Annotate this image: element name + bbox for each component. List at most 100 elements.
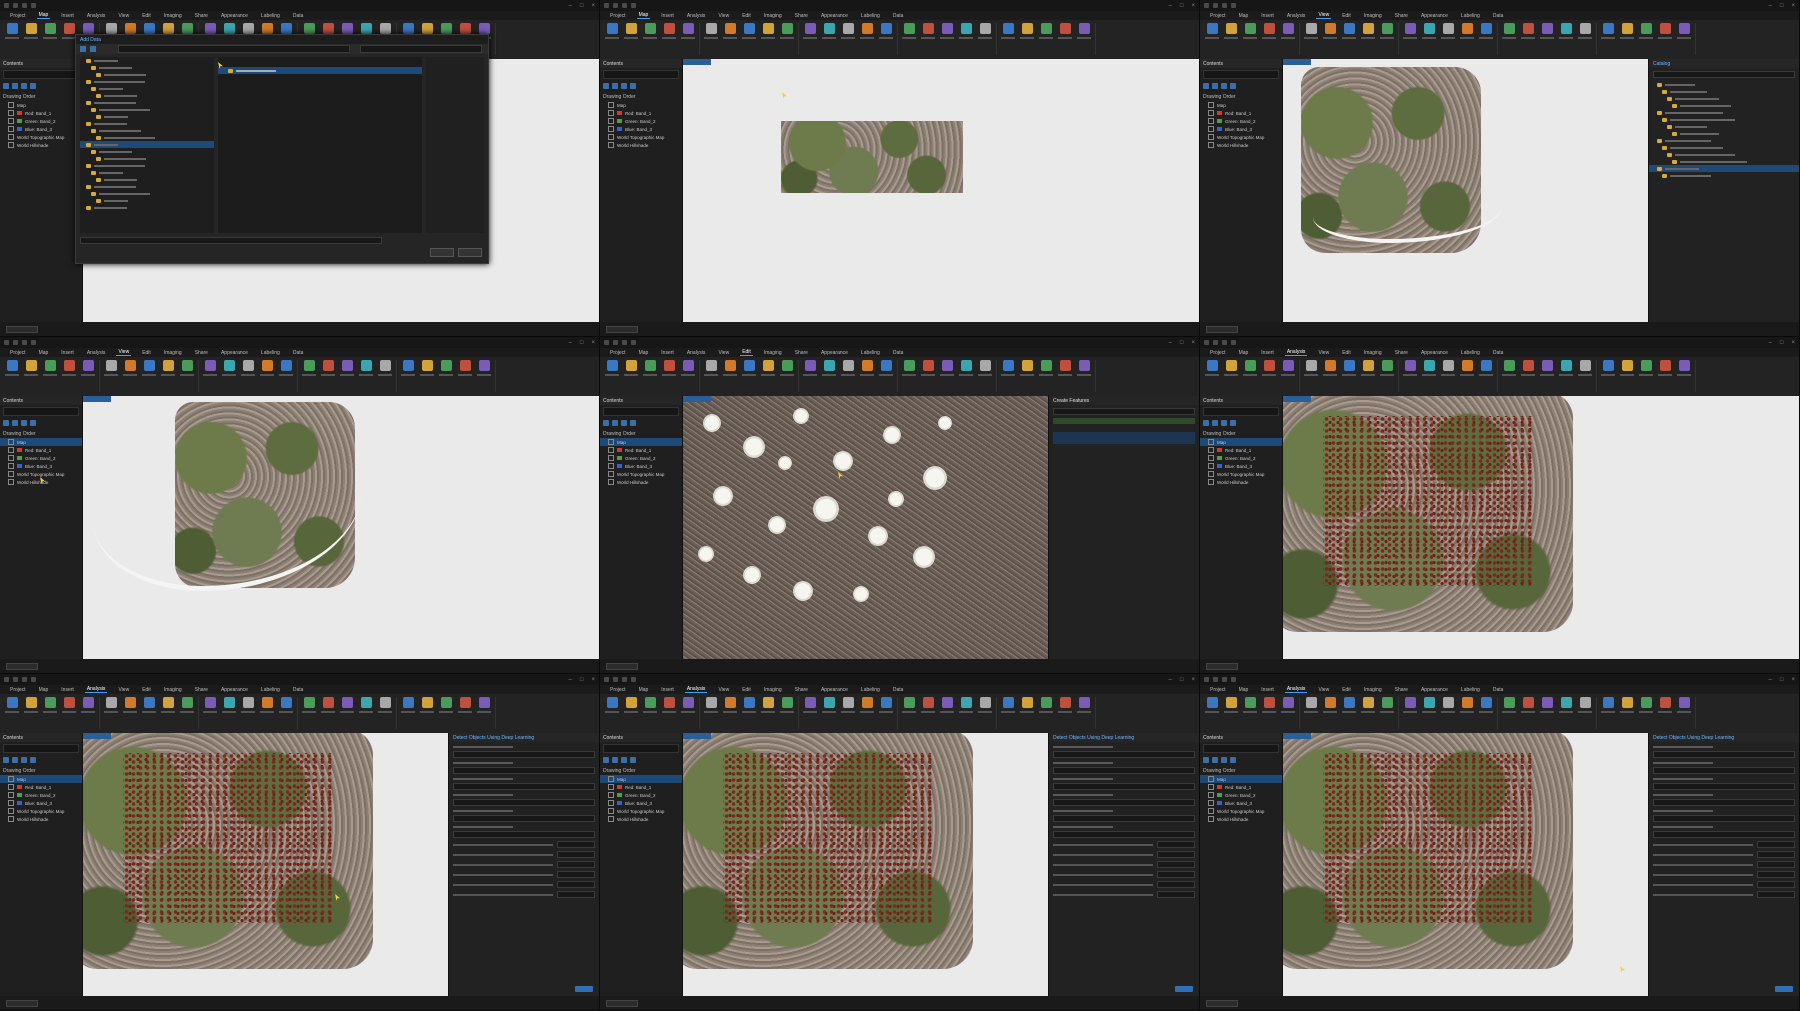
ribbon-tab-project[interactable]: Project	[8, 687, 28, 693]
ribbon-button[interactable]	[23, 23, 39, 39]
name-input[interactable]	[80, 237, 382, 244]
map-item[interactable]: Map	[0, 101, 82, 109]
ribbon-tab-appearance[interactable]: Appearance	[219, 13, 250, 19]
ribbon-tab-map[interactable]: Map	[636, 12, 651, 19]
ribbon-tab-share[interactable]: Share	[793, 687, 810, 693]
ribbon-button[interactable]	[1204, 697, 1220, 713]
ribbon-tab-map[interactable]: Map	[37, 687, 51, 693]
ribbon-button[interactable]	[840, 697, 856, 713]
ribbon-tab-share[interactable]: Share	[193, 350, 210, 356]
ribbon-tab-project[interactable]: Project	[1208, 13, 1228, 19]
browse-tree-item[interactable]	[80, 197, 214, 204]
ribbon-button[interactable]	[141, 360, 157, 376]
ribbon-tab-view[interactable]: View	[716, 687, 731, 693]
ribbon-button[interactable]	[1223, 23, 1239, 39]
layer-item[interactable]: Red: Band_1	[600, 109, 682, 117]
ribbon-button[interactable]	[680, 23, 696, 39]
layer-item[interactable]: Green: Band_2	[1200, 454, 1282, 462]
ribbon-tab-map[interactable]: Map	[637, 687, 651, 693]
visibility-checkbox[interactable]	[1208, 142, 1214, 148]
ribbon-button[interactable]	[1459, 23, 1475, 39]
ribbon-button[interactable]	[61, 360, 77, 376]
ribbon-tab-appearance[interactable]: Appearance	[219, 350, 250, 356]
ribbon-button[interactable]	[23, 697, 39, 713]
ribbon-button[interactable]	[722, 23, 738, 39]
template-search-input[interactable]	[1053, 408, 1195, 415]
map-checkbox[interactable]	[8, 439, 14, 445]
map-view[interactable]	[83, 396, 599, 659]
layer-item[interactable]: World Hillshade	[1200, 141, 1282, 149]
ribbon-tab-insert[interactable]: Insert	[59, 687, 76, 693]
ribbon-button[interactable]	[1478, 23, 1494, 39]
ribbon-button[interactable]	[1421, 360, 1437, 376]
ribbon-button[interactable]	[1539, 697, 1555, 713]
source-icon[interactable]	[1212, 756, 1218, 763]
layer-item[interactable]: World Topographic Map	[0, 470, 82, 478]
ribbon-button[interactable]	[122, 697, 138, 713]
ribbon-tab-analysis[interactable]: Analysis	[85, 350, 108, 356]
ribbon-button[interactable]	[642, 697, 658, 713]
layer-item[interactable]: Red: Band_1	[0, 783, 82, 791]
visibility-checkbox[interactable]	[608, 808, 614, 814]
ribbon-button[interactable]	[1379, 23, 1395, 39]
selection-icon[interactable]	[1221, 82, 1227, 89]
ribbon-button[interactable]	[920, 23, 936, 39]
ribbon-button[interactable]	[1619, 697, 1635, 713]
ribbon-button[interactable]	[802, 23, 818, 39]
ribbon-button[interactable]	[1076, 697, 1092, 713]
catalog-tree-item[interactable]	[1649, 130, 1799, 137]
ribbon-button[interactable]	[939, 360, 955, 376]
ribbon-button[interactable]	[821, 360, 837, 376]
map-checkbox[interactable]	[1208, 439, 1214, 445]
ribbon-button[interactable]	[779, 23, 795, 39]
visibility-checkbox[interactable]	[608, 447, 614, 453]
catalog-tree-item[interactable]	[1649, 158, 1799, 165]
ribbon-button[interactable]	[1223, 697, 1239, 713]
ribbon-tab-analysis[interactable]: Analysis	[1284, 349, 1308, 356]
ribbon-button[interactable]	[1303, 360, 1319, 376]
ribbon-tab-insert[interactable]: Insert	[59, 350, 76, 356]
ribbon-button[interactable]	[1000, 697, 1016, 713]
ribbon-button[interactable]	[122, 360, 138, 376]
layer-item[interactable]: Green: Band_2	[600, 791, 682, 799]
ribbon-tab-imaging[interactable]: Imaging	[162, 687, 184, 693]
ribbon-button[interactable]	[661, 360, 677, 376]
map-item[interactable]: Map	[600, 775, 682, 783]
ribbon-button[interactable]	[1577, 23, 1593, 39]
layer-item[interactable]: Red: Band_1	[1200, 783, 1282, 791]
map-checkbox[interactable]	[8, 776, 14, 782]
layer-item[interactable]: Green: Band_2	[600, 454, 682, 462]
ribbon-tab-data[interactable]: Data	[891, 13, 906, 19]
layer-item[interactable]: Blue: Band_3	[0, 799, 82, 807]
visibility-checkbox[interactable]	[608, 479, 614, 485]
forward-icon[interactable]	[90, 46, 96, 52]
ribbon-button[interactable]	[1520, 360, 1536, 376]
ribbon-button[interactable]	[623, 697, 639, 713]
parameter-field[interactable]	[453, 799, 595, 806]
ribbon-button[interactable]	[1402, 697, 1418, 713]
list-icon[interactable]	[1203, 419, 1209, 426]
visibility-checkbox[interactable]	[1208, 479, 1214, 485]
map-item[interactable]: Map	[600, 438, 682, 446]
argument-value-input[interactable]	[1157, 841, 1195, 848]
ribbon-button[interactable]	[1600, 697, 1616, 713]
visibility-checkbox[interactable]	[608, 471, 614, 477]
ribbon-button[interactable]	[642, 360, 658, 376]
ribbon-tab-map[interactable]: Map	[637, 350, 651, 356]
ribbon-button[interactable]	[476, 697, 492, 713]
close-icon[interactable]: ×	[591, 3, 595, 9]
ribbon-tab-imaging[interactable]: Imaging	[1362, 13, 1384, 19]
map-tab[interactable]	[683, 396, 711, 402]
ribbon-button[interactable]	[722, 697, 738, 713]
ribbon-tab-appearance[interactable]: Appearance	[1419, 687, 1450, 693]
contents-search-input[interactable]	[1203, 70, 1279, 79]
visibility-checkbox[interactable]	[608, 142, 614, 148]
ribbon-button[interactable]	[741, 23, 757, 39]
cancel-button[interactable]	[458, 248, 482, 257]
ribbon-button[interactable]	[722, 360, 738, 376]
ribbon-tab-labeling[interactable]: Labeling	[259, 687, 282, 693]
scale-selector[interactable]	[606, 325, 638, 333]
ribbon-tab-data[interactable]: Data	[891, 687, 906, 693]
ribbon-button[interactable]	[476, 360, 492, 376]
maximize-icon[interactable]: □	[580, 677, 584, 683]
